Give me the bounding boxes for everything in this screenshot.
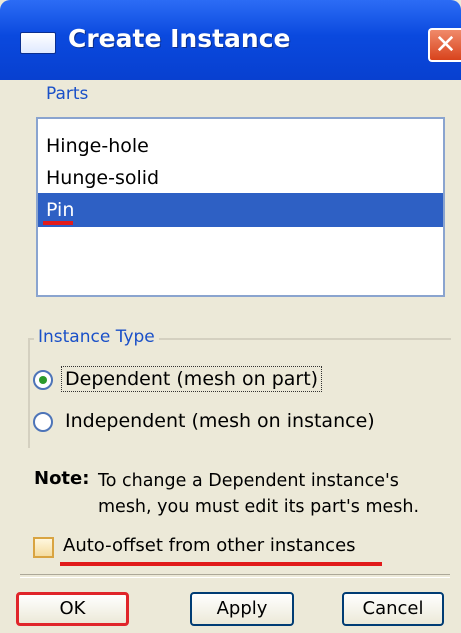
instance-type-label: Instance Type (34, 327, 159, 347)
cancel-button[interactable]: Cancel (342, 592, 444, 626)
radio-button[interactable] (33, 412, 53, 432)
radio-label-dependent: Dependent (mesh on part) (61, 366, 323, 392)
note-text: To change a Dependent instance's mesh, y… (98, 471, 420, 517)
parts-list[interactable]: Hinge-hole Hunge-solid Pin (36, 117, 445, 297)
divider (20, 574, 450, 578)
auto-offset-label[interactable]: Auto-offset from other instances (63, 535, 356, 556)
radio-label-independent: Independent (mesh on instance) (65, 410, 375, 432)
close-icon[interactable]: ✕ (428, 28, 461, 62)
apply-button[interactable]: Apply (190, 592, 294, 626)
list-item[interactable]: Hinge-hole (38, 129, 443, 163)
title-bar[interactable]: Create Instance ✕ (0, 0, 461, 80)
radio-button-selected[interactable] (33, 370, 53, 390)
ok-button[interactable]: OK (16, 592, 129, 626)
highlight-underline (60, 562, 382, 566)
list-item[interactable]: Hunge-solid (38, 161, 443, 195)
highlight-underline (43, 221, 73, 225)
window-title: Create Instance (68, 24, 291, 53)
parts-label: Parts (46, 84, 89, 104)
list-item-selected[interactable]: Pin (38, 193, 443, 227)
note-label: Note: (34, 468, 90, 489)
auto-offset-checkbox[interactable] (33, 537, 54, 558)
window-icon (20, 32, 56, 54)
create-instance-dialog: Create Instance ✕ Parts Hinge-hole Hunge… (0, 0, 461, 633)
